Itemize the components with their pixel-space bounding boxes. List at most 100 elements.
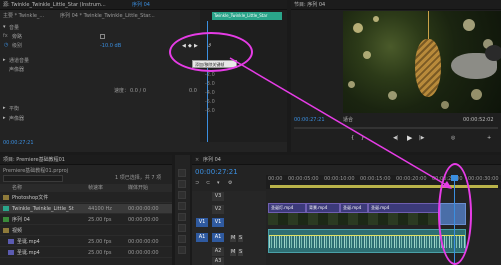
panner-label: 声像器 bbox=[9, 67, 25, 73]
stopwatch-icon[interactable]: ◷ bbox=[4, 43, 8, 48]
project-columns: 名称 帧速率 媒体开始 bbox=[0, 184, 172, 192]
project-header: 项目: Premiere基础教程01 bbox=[0, 155, 172, 165]
video-file-icon bbox=[8, 250, 14, 255]
video-clip[interactable]: 圣诞灯.mp4 bbox=[268, 203, 306, 213]
folder-icon bbox=[3, 228, 9, 233]
mute-icon[interactable]: M bbox=[230, 235, 237, 242]
item-name: Photoshop文件 bbox=[12, 195, 49, 201]
track-v3[interactable]: V3 bbox=[212, 192, 224, 201]
program-monitor-panel: 节目: 序列 04 00:00:27:21 适合 00:00:52:02 { }… bbox=[291, 0, 501, 152]
project-panel: 项目: Premiere基础教程01 Premiere基础教程01.prproj… bbox=[0, 155, 172, 265]
bypass-checkbox[interactable] bbox=[100, 34, 105, 39]
zoom-select[interactable]: 适合 bbox=[343, 118, 353, 123]
project-item-row[interactable]: Photoshop文件 bbox=[0, 193, 172, 203]
track-a2[interactable]: A2 bbox=[212, 247, 224, 256]
clip-bar-label: Twinkle_Twinkle_Little_Star bbox=[214, 13, 268, 18]
project-item-row[interactable]: 圣诞.mp4 25.00 fps 00:00:00:00 bbox=[0, 237, 172, 247]
bokeh-light bbox=[353, 23, 363, 33]
expand-arrow-icon[interactable]: ▸ bbox=[3, 106, 6, 111]
clip-name: 圣诞灯.mp4 bbox=[271, 205, 294, 210]
project-item-row[interactable]: 序列 04 25.00 fps 00:00:00:00 bbox=[0, 215, 172, 225]
timeline-settings-icon[interactable]: ⚙ bbox=[228, 181, 232, 186]
volume-rubberband[interactable] bbox=[269, 235, 465, 236]
type-tool[interactable] bbox=[178, 246, 186, 254]
razor-tool[interactable] bbox=[178, 202, 186, 210]
ripple-edit-tool[interactable] bbox=[178, 191, 186, 199]
clip-name: 圣诞.mp4 bbox=[371, 205, 390, 210]
selection-tool[interactable] bbox=[178, 169, 186, 177]
expand-arrow-icon[interactable]: ▸ bbox=[3, 116, 6, 121]
video-clip[interactable]: 背景.mp4 bbox=[306, 203, 340, 213]
video-clip[interactable]: 圣诞.mp4 bbox=[368, 203, 440, 213]
tab-sequence[interactable]: 序列 04 bbox=[132, 3, 150, 8]
program-scrubber[interactable] bbox=[294, 127, 498, 129]
add-marker-icon[interactable]: ▾ bbox=[217, 181, 220, 186]
balance-label: 速度： bbox=[114, 88, 130, 94]
timeline-timecode[interactable]: 00:00:27:21 bbox=[195, 169, 238, 176]
program-monitor-title: 节目: 序列 04 bbox=[294, 2, 326, 8]
column-frame-rate[interactable]: 帧速率 bbox=[88, 186, 103, 191]
level-value[interactable]: -10.0 dB bbox=[100, 44, 121, 49]
button-editor-icon[interactable]: + bbox=[487, 136, 491, 141]
source-track-v1[interactable]: V1 bbox=[196, 218, 208, 227]
mark-out-icon[interactable]: } bbox=[361, 136, 364, 141]
track-a3[interactable]: A3 bbox=[212, 257, 224, 265]
audio-waveform bbox=[269, 236, 465, 248]
video-file-icon bbox=[8, 239, 14, 244]
tab-source[interactable]: 源: Twinkle_Twinkle_Little_Star (Instrum.… bbox=[3, 3, 106, 8]
project-item-row[interactable]: 圣诞.mp4 25.00 fps 00:00:00:00 bbox=[0, 248, 172, 258]
track-select-tool[interactable] bbox=[178, 180, 186, 188]
step-forward-icon[interactable]: |▶ bbox=[419, 136, 425, 141]
video-clip[interactable]: 圣诞.mp4 bbox=[340, 203, 368, 213]
ruler-tick: 00:00:05:00 bbox=[288, 176, 319, 182]
column-name[interactable]: 名称 bbox=[12, 186, 22, 191]
item-name: Twinkle_Twinkle_Little_St bbox=[12, 206, 74, 212]
close-icon[interactable]: × bbox=[195, 158, 199, 163]
track-a1[interactable]: A1 bbox=[212, 233, 224, 242]
clip-name: 背景.mp4 bbox=[309, 205, 328, 210]
snap-icon[interactable]: ⊃ bbox=[195, 181, 199, 186]
item-name: 圣诞.mp4 bbox=[17, 250, 40, 256]
solo-icon[interactable]: S bbox=[238, 249, 244, 256]
export-frame-icon[interactable]: ◎ bbox=[451, 136, 455, 141]
bokeh-light bbox=[373, 16, 379, 22]
item-frame-rate: 25.00 fps bbox=[88, 250, 112, 256]
level-label: 级别 bbox=[12, 43, 23, 49]
pen-tool[interactable] bbox=[178, 224, 186, 232]
fx-badge-icon: fx bbox=[3, 33, 8, 39]
play-icon[interactable]: ▶ bbox=[407, 135, 412, 142]
audio-clip[interactable] bbox=[268, 229, 466, 253]
item-media-start: 00:00:00:00 bbox=[128, 239, 159, 245]
video-preview bbox=[343, 11, 501, 113]
clip-bar[interactable]: Twinkle_Twinkle_Little_Star bbox=[212, 12, 282, 20]
solo-icon[interactable]: S bbox=[238, 235, 244, 242]
hand-tool[interactable] bbox=[178, 235, 186, 243]
track-v2[interactable]: V2 bbox=[212, 205, 224, 214]
expand-arrow-icon[interactable]: ▸ bbox=[3, 58, 6, 63]
ruler-tick: 00:00:10:00 bbox=[324, 176, 355, 182]
mark-in-icon[interactable]: { bbox=[351, 136, 354, 141]
linked-select-icon[interactable]: ⊂ bbox=[206, 181, 210, 186]
balance-value: 0.0 / 0 bbox=[130, 88, 146, 94]
column-media-start[interactable]: 媒体开始 bbox=[128, 186, 148, 191]
section-volume-label: 音量 bbox=[9, 25, 20, 31]
ruler-tick: 00:00:20:00 bbox=[396, 176, 427, 182]
source-track-a1[interactable]: A1 bbox=[196, 233, 208, 242]
item-frame-rate: 25.00 fps bbox=[88, 217, 112, 223]
item-media-start: 00:00:00:00 bbox=[128, 250, 159, 256]
tools-panel bbox=[175, 155, 190, 265]
project-item-row[interactable]: 视频 bbox=[0, 226, 172, 236]
sequence-icon bbox=[3, 217, 9, 222]
track-v1[interactable]: V1 bbox=[212, 218, 224, 227]
project-file-name: Premiere基础教程01.prproj bbox=[3, 168, 69, 174]
item-name: 序列 04 bbox=[12, 217, 30, 223]
effect-controls-timecode[interactable]: 00:00:27:21 bbox=[3, 141, 34, 146]
project-item-row[interactable]: Twinkle_Twinkle_Little_St 44100 Hz 00:00:0… bbox=[0, 204, 172, 214]
db-tick: -3.0 bbox=[205, 81, 215, 87]
step-back-icon[interactable]: ◀| bbox=[393, 136, 399, 141]
expand-arrow-icon[interactable]: ▾ bbox=[3, 25, 6, 30]
program-timecode[interactable]: 00:00:27:21 bbox=[294, 118, 325, 123]
slip-tool[interactable] bbox=[178, 213, 186, 221]
mute-icon[interactable]: M bbox=[230, 249, 237, 256]
project-search-field[interactable] bbox=[3, 175, 63, 182]
